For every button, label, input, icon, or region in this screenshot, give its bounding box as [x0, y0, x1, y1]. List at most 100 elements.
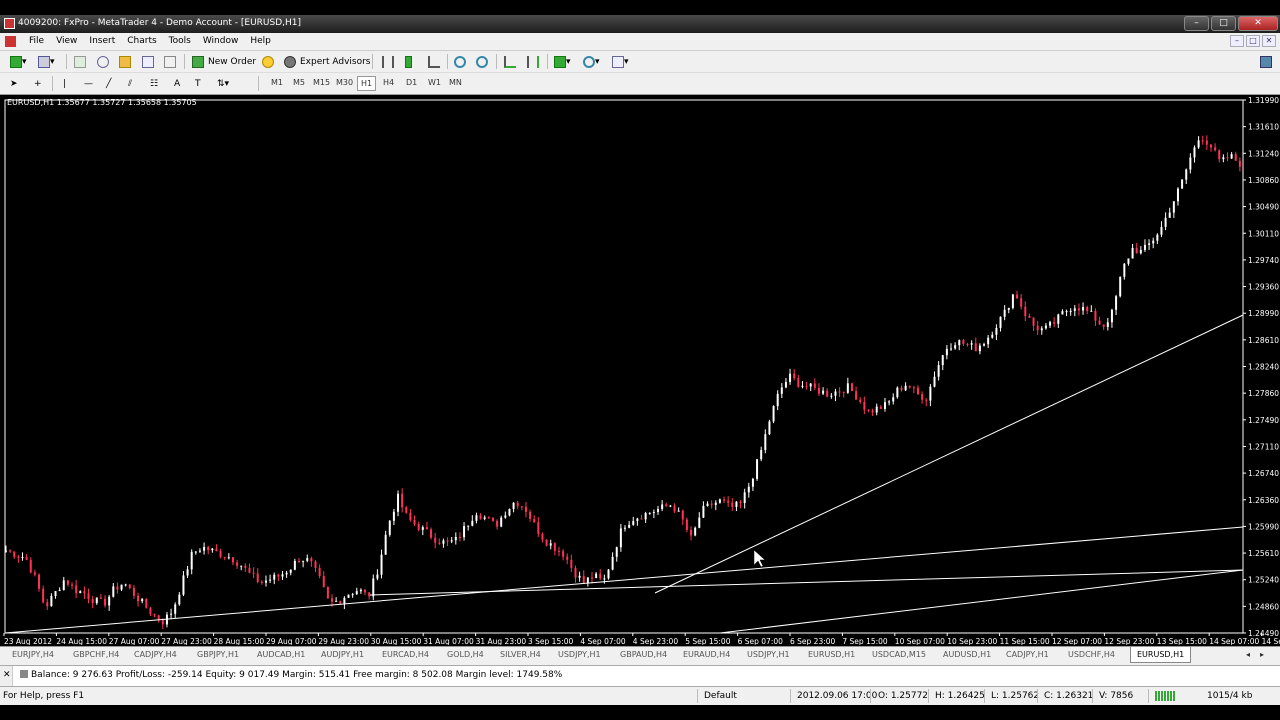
strategy-tester-button[interactable] — [164, 54, 176, 69]
chart-tab[interactable]: AUDCAD,H1 — [257, 650, 305, 659]
indicators-button[interactable]: ▾ — [554, 54, 571, 69]
candle-body — [826, 390, 829, 397]
candle-body — [1077, 308, 1080, 311]
candlesticks-button[interactable] — [405, 54, 412, 69]
auto-scroll-button[interactable] — [504, 54, 516, 69]
candle-body — [793, 373, 796, 379]
menu-charts[interactable]: Charts — [121, 36, 162, 46]
chart-tab[interactable]: GBPJPY,H1 — [197, 650, 239, 659]
zoom-in-button[interactable] — [454, 54, 466, 69]
candle-body — [780, 387, 783, 394]
chart-window-icon[interactable] — [5, 36, 16, 47]
chart-tab[interactable]: GBPAUD,H4 — [620, 650, 667, 659]
data-window-button[interactable] — [119, 54, 131, 69]
price-label: 1.30110 — [1248, 229, 1279, 238]
templates-button[interactable]: ▾ — [612, 54, 629, 69]
timeframe-mn[interactable]: MN — [449, 78, 462, 87]
chart-tab[interactable]: CADJPY,H1 — [1006, 650, 1049, 659]
chart-tab[interactable]: EURUSD,H1 — [1130, 647, 1192, 663]
maximize-button[interactable]: □ — [1211, 16, 1236, 31]
close-button[interactable]: ✕ — [1238, 16, 1278, 31]
candle-body — [335, 600, 338, 602]
chart-tab[interactable]: EURAUD,H4 — [683, 650, 730, 659]
timeframe-h4[interactable]: H4 — [383, 78, 394, 87]
menu-help[interactable]: Help — [244, 36, 277, 46]
candlestick-chart[interactable]: 1.31990 1.31610 1.31240 1.30860 1.30490 1.301… — [0, 95, 1280, 645]
zoom-out-button[interactable] — [476, 54, 488, 69]
candle-body — [772, 406, 775, 422]
chart-tab[interactable]: EURCAD,H4 — [382, 650, 429, 659]
minimize-button[interactable]: – — [1184, 16, 1209, 31]
timeframe-m5[interactable]: M5 — [293, 78, 305, 87]
fibonacci-button[interactable]: ☷ — [150, 76, 158, 91]
new-chart-button[interactable]: ▾ — [10, 54, 27, 69]
expert-advisors-icon — [284, 55, 296, 68]
terminal-close-icon[interactable]: ✕ — [3, 670, 11, 680]
chart-shift-button[interactable] — [527, 54, 539, 69]
candle-body — [277, 574, 280, 577]
menu-insert[interactable]: Insert — [83, 36, 121, 46]
chart-close-button[interactable]: ✕ — [1262, 35, 1276, 47]
candle-body — [768, 421, 771, 435]
chart-tab[interactable]: AUDUSD,H1 — [943, 650, 991, 659]
chart-tab[interactable]: AUDJPY,H1 — [321, 650, 364, 659]
chart-tab[interactable]: GBPCHF,H4 — [73, 650, 119, 659]
arrows-button[interactable]: ⇅▾ — [217, 76, 229, 91]
horizontal-line-button[interactable]: — — [84, 76, 93, 91]
timeframe-h1[interactable]: H1 — [357, 76, 377, 91]
terminal-button[interactable] — [142, 54, 154, 69]
tab-scroll-arrows[interactable]: ◂▸ — [1246, 650, 1274, 659]
cursor-button[interactable]: ➤ — [10, 76, 18, 91]
chart-tab[interactable]: USDJPY,H1 — [747, 650, 790, 659]
chart-tab[interactable]: CADJPY,H4 — [134, 650, 177, 659]
chart-tab[interactable]: USDCAD,M15 — [872, 650, 926, 659]
candle-body — [1127, 258, 1130, 264]
chart-restore-button[interactable]: □ — [1246, 35, 1260, 47]
chart-minimize-button[interactable]: – — [1230, 35, 1244, 47]
chart-tab[interactable]: EURUSD,H1 — [808, 650, 855, 659]
profiles-button[interactable]: ▾ — [38, 54, 55, 69]
metaeditor-button[interactable] — [262, 54, 274, 69]
vertical-line-button[interactable]: | — [63, 76, 66, 91]
candle-body — [710, 503, 713, 505]
market-watch-button[interactable] — [74, 54, 86, 69]
chart-tab[interactable]: SILVER,H4 — [500, 650, 541, 659]
candle-body — [392, 511, 395, 521]
candle-body — [652, 511, 655, 513]
price-label: 1.29740 — [1248, 256, 1279, 265]
timeframe-m30[interactable]: M30 — [336, 78, 353, 87]
timeframe-w1[interactable]: W1 — [428, 78, 441, 87]
timeframe-d1[interactable]: D1 — [406, 78, 417, 87]
candle-body — [1028, 316, 1031, 318]
line-chart-button[interactable] — [428, 54, 440, 69]
menu-window[interactable]: Window — [197, 36, 245, 46]
expert-advisors-button[interactable]: Expert Advisors — [284, 54, 370, 69]
candle-body — [607, 569, 610, 579]
equidistant-channel-button[interactable]: ⫽ — [128, 76, 132, 91]
candle-body — [198, 550, 201, 552]
candle-body — [1176, 188, 1179, 202]
trendline-button[interactable]: ╱ — [106, 76, 111, 91]
community-button[interactable] — [1260, 54, 1272, 69]
text-button[interactable]: A — [174, 76, 180, 91]
candle-body — [458, 536, 461, 538]
crosshair-button[interactable]: + — [34, 76, 42, 91]
chart-tab[interactable]: EURJPY,H4 — [12, 650, 54, 659]
menu-tools[interactable]: Tools — [163, 36, 197, 46]
timeframe-m15[interactable]: M15 — [313, 78, 330, 87]
periods-button[interactable]: ▾ — [583, 54, 600, 69]
status-datetime: 2012.09.06 17:00 — [797, 691, 878, 701]
bar-chart-button[interactable] — [382, 54, 394, 69]
trendline — [4, 526, 1244, 634]
candle-body — [297, 560, 300, 562]
timeframe-m1[interactable]: M1 — [271, 78, 283, 87]
menu-file[interactable]: File — [23, 36, 50, 46]
menu-view[interactable]: View — [50, 36, 83, 46]
navigator-button[interactable] — [97, 54, 109, 69]
new-order-button[interactable]: New Order — [192, 54, 256, 69]
text-label-button[interactable]: T — [195, 76, 201, 91]
chart-tab[interactable]: GOLD,H4 — [447, 650, 484, 659]
chart-tab[interactable]: USDJPY,H1 — [558, 650, 601, 659]
chart-tab[interactable]: USDCHF,H4 — [1068, 650, 1115, 659]
price-chart[interactable]: 1.31990 1.31610 1.31240 1.30860 1.30490 1.301… — [0, 95, 1280, 645]
